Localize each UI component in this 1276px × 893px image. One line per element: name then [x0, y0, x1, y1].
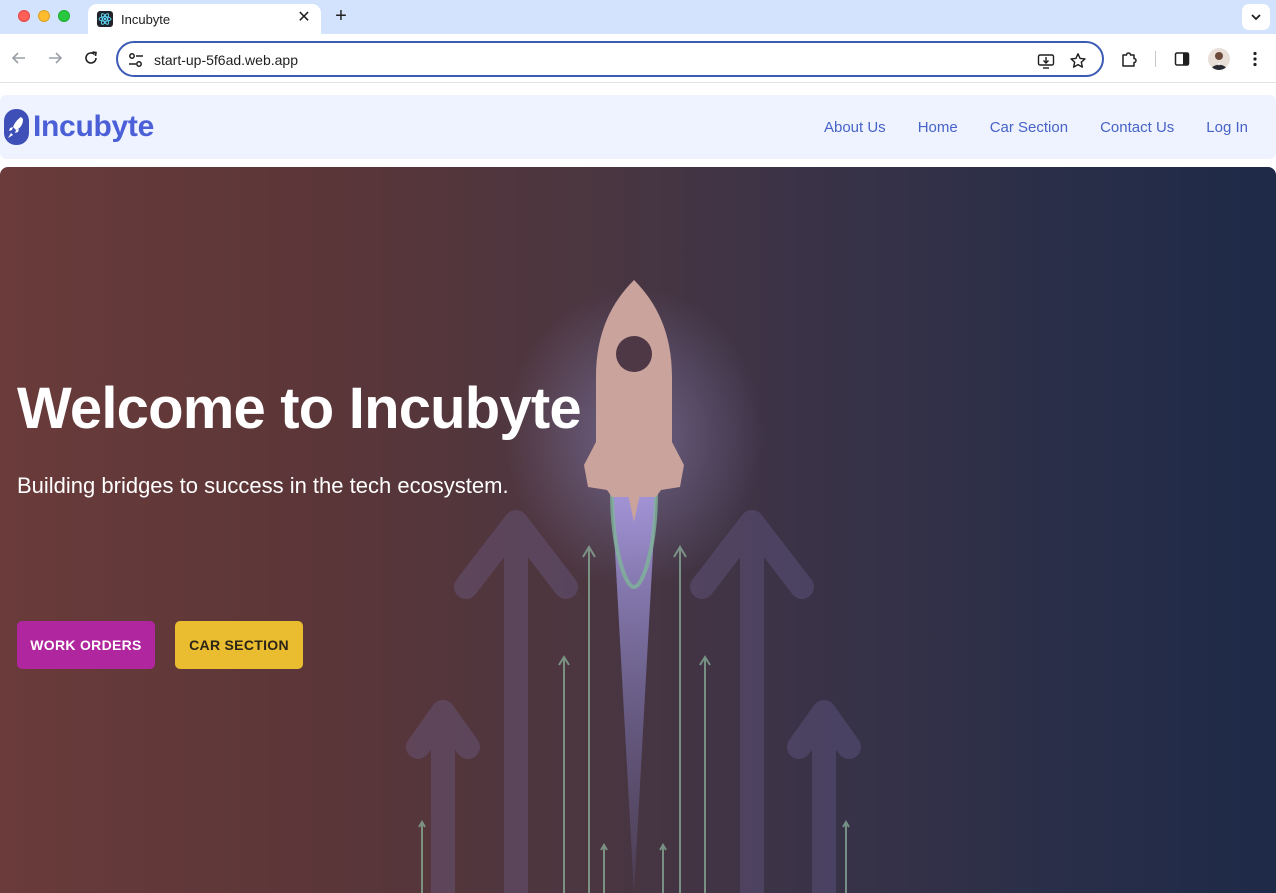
rocket-illustration [406, 280, 861, 893]
nav-home[interactable]: Home [918, 119, 958, 136]
profile-avatar-icon [1211, 52, 1227, 70]
tab-close-icon[interactable]: ✕ [295, 9, 313, 27]
reload-button[interactable] [79, 46, 103, 70]
chevron-down-icon [1251, 14, 1261, 21]
page-content: Incubyte About Us Home Car Section Conta… [0, 84, 1276, 893]
back-arrow-icon [11, 52, 25, 64]
extensions-button[interactable] [1118, 48, 1140, 70]
install-app-button[interactable] [1036, 51, 1056, 71]
profile-avatar[interactable] [1208, 48, 1230, 70]
nav-log-in[interactable]: Log In [1206, 119, 1248, 136]
nav-car-section[interactable]: Car Section [990, 119, 1068, 136]
browser-tab[interactable]: Incubyte ✕ [88, 4, 321, 34]
install-app-icon [1037, 54, 1055, 69]
rocket-logo-icon [4, 109, 29, 145]
side-panel-icon [1174, 52, 1190, 66]
work-orders-button[interactable]: WORK ORDERS [17, 621, 155, 669]
new-tab-button[interactable]: + [330, 5, 352, 27]
back-button[interactable] [7, 46, 31, 70]
site-navbar: Incubyte About Us Home Car Section Conta… [0, 95, 1276, 159]
hero-title: Welcome to Incubyte [17, 376, 582, 441]
address-bar[interactable]: start-up-5f6ad.web.app [116, 41, 1104, 77]
toolbar-divider [1155, 51, 1156, 67]
tab-search-button[interactable] [1242, 4, 1270, 30]
hero-section: Welcome to Incubyte Building bridges to … [0, 167, 1276, 893]
car-section-button[interactable]: CAR SECTION [175, 621, 303, 669]
nav-about-us[interactable]: About Us [824, 119, 886, 136]
forward-arrow-icon [49, 52, 63, 64]
window-minimize-button[interactable] [38, 10, 50, 22]
nav-contact-us[interactable]: Contact Us [1100, 119, 1174, 136]
window-close-button[interactable] [18, 10, 30, 22]
hero-subtitle: Building bridges to success in the tech … [17, 473, 509, 498]
brand-link[interactable]: Incubyte [4, 109, 154, 145]
url-text[interactable]: start-up-5f6ad.web.app [154, 52, 298, 68]
brand-name: Incubyte [33, 110, 154, 143]
tune-icon[interactable] [127, 51, 145, 69]
side-panel-button[interactable] [1171, 48, 1193, 70]
browser-tab-strip: Incubyte ✕ + [0, 0, 1276, 34]
star-icon [1070, 53, 1086, 68]
bookmark-button[interactable] [1068, 51, 1088, 71]
browser-menu-button[interactable] [1244, 48, 1266, 70]
kebab-menu-icon [1253, 51, 1257, 67]
tab-title: Incubyte [121, 12, 171, 27]
reload-icon [85, 51, 97, 64]
puzzle-icon [1122, 52, 1137, 67]
window-zoom-button[interactable] [58, 10, 70, 22]
react-atom-icon [97, 11, 113, 27]
forward-button[interactable] [43, 46, 67, 70]
nav-links: About Us Home Car Section Contact Us Log… [820, 95, 1276, 159]
browser-toolbar: start-up-5f6ad.web.app [0, 34, 1276, 83]
